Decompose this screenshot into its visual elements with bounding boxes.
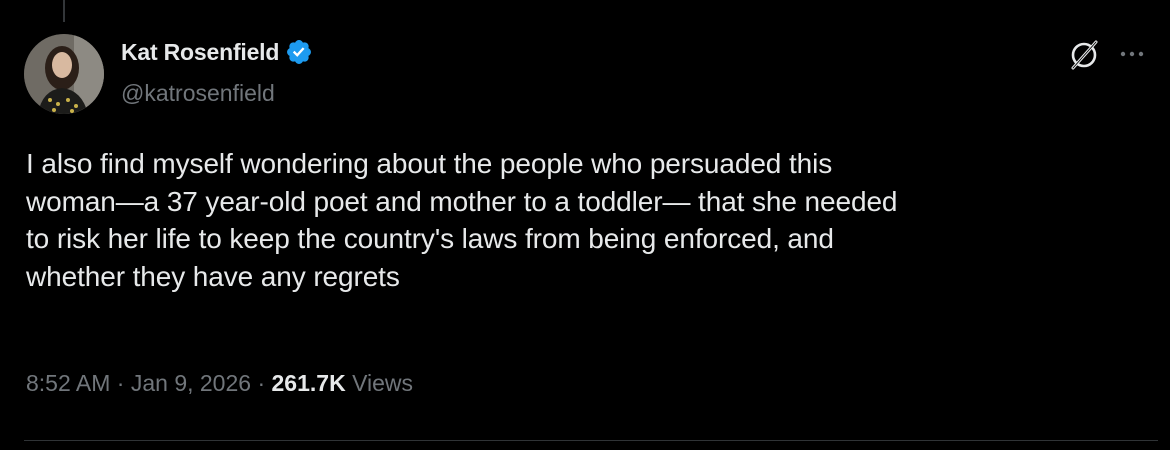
tweet-text: I also find myself wondering about the p… [26, 148, 898, 292]
author-handle[interactable]: @katrosenfield [121, 80, 275, 107]
grok-icon[interactable] [1067, 38, 1101, 72]
meta-separator: · [251, 370, 272, 396]
views-label[interactable]: Views [346, 370, 413, 397]
meta-separator: · [110, 370, 131, 396]
verified-badge-icon[interactable] [285, 38, 313, 66]
thread-connector-line [63, 0, 65, 22]
avatar[interactable] [24, 34, 104, 114]
views-count[interactable]: 261.7K [272, 370, 346, 397]
divider [24, 440, 1158, 441]
more-options-icon[interactable] [1117, 44, 1147, 64]
author-name-row: Kat Rosenfield [121, 38, 313, 66]
avatar-image [24, 34, 104, 114]
tweet-date[interactable]: Jan 9, 2026 [131, 370, 251, 397]
tweet-time[interactable]: 8:52 AM [26, 370, 110, 397]
author-display-name[interactable]: Kat Rosenfield [121, 39, 279, 66]
tweet-meta-row: 8:52 AM · Jan 9, 2026 · 261.7K Views [26, 370, 413, 397]
